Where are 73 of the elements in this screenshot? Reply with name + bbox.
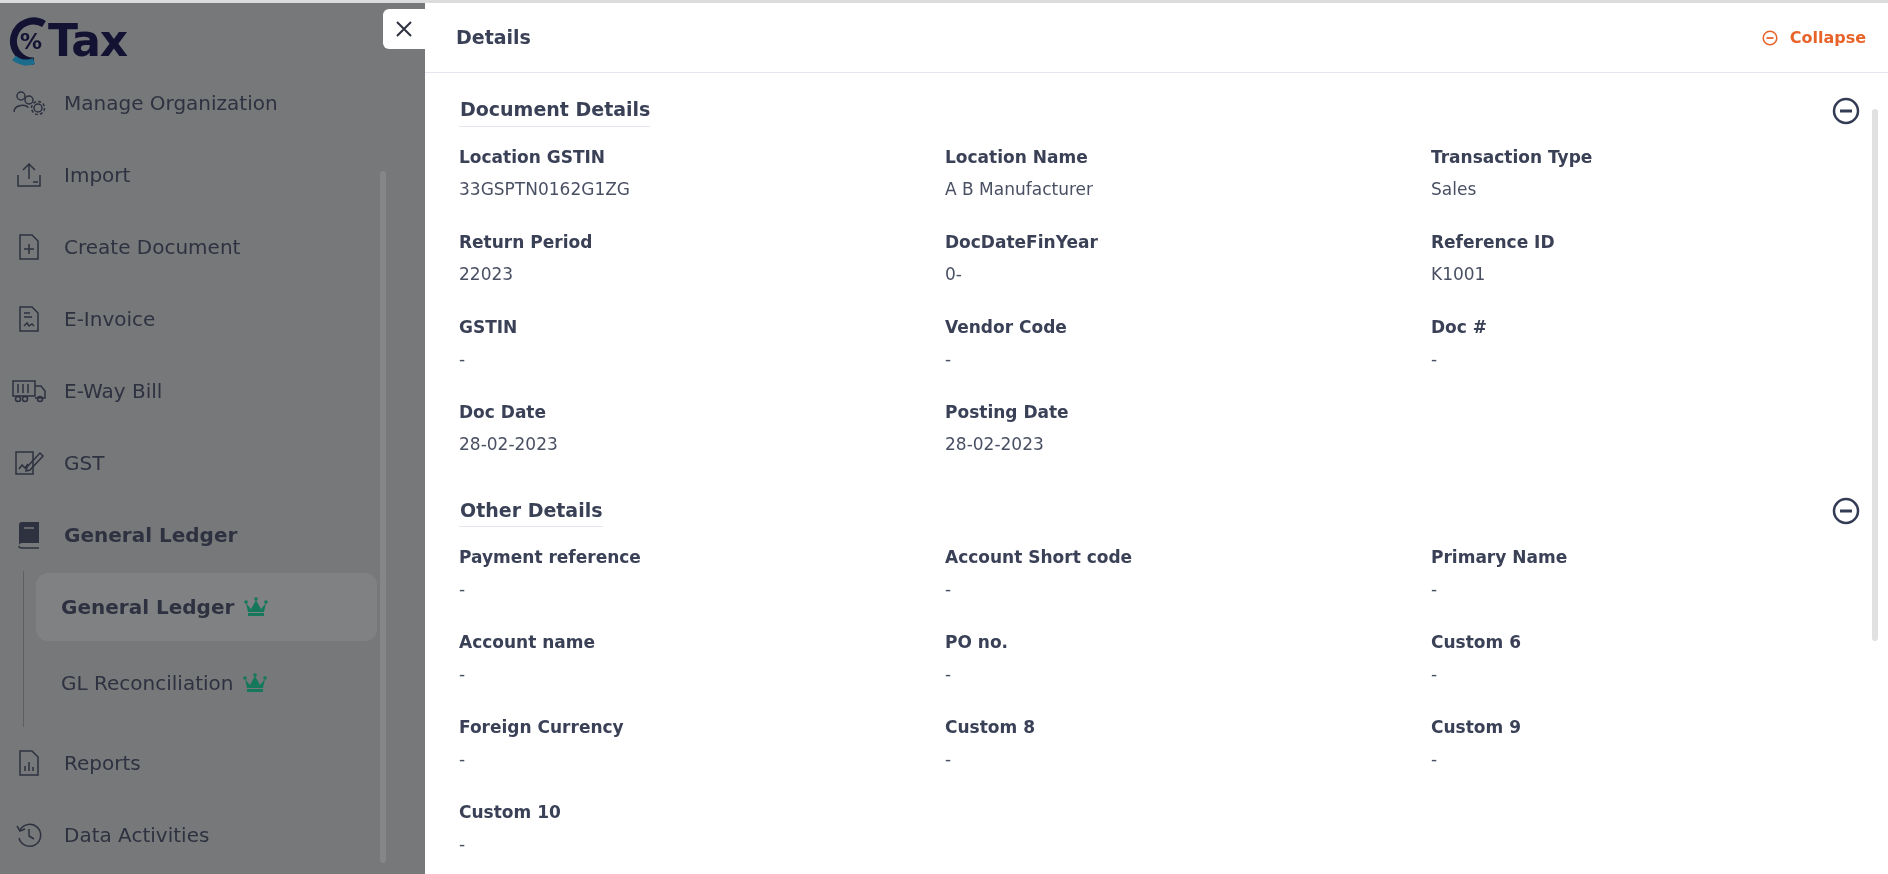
document-pen-icon (13, 449, 45, 477)
people-gear-icon (12, 90, 46, 116)
close-button[interactable] (383, 9, 425, 49)
field-value: - (945, 748, 953, 771)
field-value: 28-02-2023 (459, 432, 559, 456)
truck-icon (11, 378, 47, 404)
field-value: - (1431, 578, 1439, 601)
collapse-section-button[interactable] (1832, 96, 1860, 125)
field-value: - (459, 663, 467, 686)
field-label: Account Short code (945, 546, 1134, 569)
field-value: 22023 (459, 262, 515, 286)
sidebar-item[interactable]: Create Document (64, 232, 241, 262)
sidebar-subitem[interactable]: GL Reconciliation (36, 649, 377, 717)
field-value: - (1431, 663, 1439, 686)
field-label: Custom 9 (1431, 716, 1522, 739)
field-value: K1001 (1431, 262, 1487, 286)
sidebar-item[interactable]: Data Activities (64, 820, 210, 850)
crown-icon (243, 673, 268, 693)
sidebar-item[interactable]: General Ledger (64, 520, 238, 550)
field-value: - (945, 578, 953, 601)
field-value: - (459, 347, 467, 371)
field-label: PO no. (945, 631, 1010, 654)
field-value: - (459, 833, 467, 856)
field-label: Return Period (459, 230, 594, 254)
book-icon (16, 521, 42, 549)
field-label: Payment reference (459, 546, 642, 569)
document-plus-icon (17, 233, 41, 261)
field-label: GSTIN (459, 315, 519, 339)
section-title: Document Details (459, 95, 651, 127)
history-icon (15, 821, 43, 849)
field-value: 0- (945, 262, 963, 286)
field-label: Transaction Type (1431, 145, 1594, 169)
sidebar-item[interactable]: E-Way Bill (64, 376, 163, 406)
section-title: Other Details (459, 495, 603, 527)
field-value: - (459, 578, 467, 601)
panel-title: Details (456, 25, 531, 51)
field-value: - (1431, 347, 1439, 371)
collapse-section-button[interactable] (1832, 497, 1860, 526)
field-label: Doc # (1431, 315, 1489, 339)
field-label: Custom 8 (945, 716, 1036, 739)
sidebar-item[interactable]: Import (64, 160, 131, 190)
field-label: Custom 10 (459, 801, 562, 824)
invoice-icon (17, 305, 41, 333)
field-label: Doc Date (459, 400, 548, 424)
field-label: Custom 6 (1431, 631, 1522, 654)
field-value: A B Manufacturer (945, 177, 1094, 201)
collapse-button[interactable]: Collapse (1761, 25, 1866, 50)
field-label: Vendor Code (945, 315, 1068, 339)
field-value: - (945, 347, 953, 371)
bar-chart-document-icon (17, 749, 41, 777)
field-label: Location Name (945, 145, 1089, 169)
sidebar-item[interactable]: Reports (64, 748, 141, 778)
sidebar-subitem[interactable]: General Ledger (36, 573, 377, 641)
field-label: Reference ID (1431, 230, 1556, 254)
field-value: Sales (1431, 177, 1478, 201)
field-value: 33GSPTN0162G1ZG (459, 177, 632, 201)
upload-tray-icon (14, 161, 44, 189)
field-value: 28-02-2023 (945, 432, 1045, 456)
close-icon (395, 20, 413, 38)
field-label: Account name (459, 631, 597, 654)
field-value: - (459, 748, 467, 771)
minus-circle-icon (1761, 29, 1778, 46)
field-value: - (945, 663, 953, 686)
sidebar-item[interactable]: Manage Organization (64, 88, 278, 118)
field-value: - (1431, 748, 1439, 771)
sidebar-item[interactable]: E-Invoice (64, 304, 156, 334)
field-label: Foreign Currency (459, 716, 625, 739)
field-label: Posting Date (945, 400, 1070, 424)
field-label: Primary Name (1431, 546, 1569, 569)
crown-icon (244, 597, 269, 617)
sidebar-item[interactable]: GST (64, 448, 105, 478)
field-label: Location GSTIN (459, 145, 607, 169)
field-label: DocDateFinYear (945, 230, 1099, 254)
